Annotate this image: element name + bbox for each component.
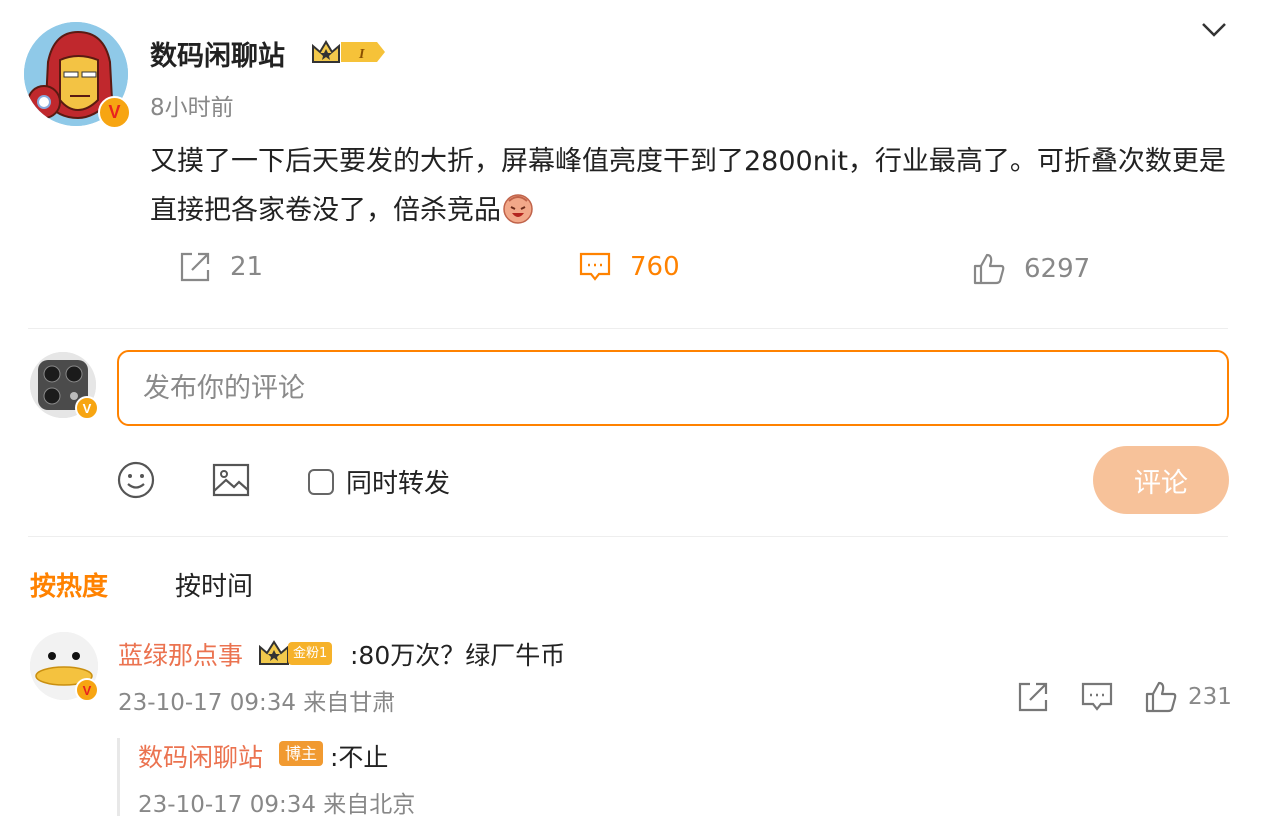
tab-sort-time[interactable]: 按时间 bbox=[175, 566, 253, 603]
post-text-content: 又摸了一下后天要发的大折，屏幕峰值亮度干到了2800nit，行业最高了。可折叠次… bbox=[150, 146, 1226, 226]
author-tag: 博主 bbox=[279, 741, 324, 766]
crown-icon bbox=[259, 640, 289, 665]
emoji-icon[interactable] bbox=[116, 460, 156, 500]
post-time: 8小时前 bbox=[150, 95, 234, 121]
tab-sort-hot[interactable]: 按热度 bbox=[30, 566, 108, 603]
comment-count: 760 bbox=[630, 252, 680, 282]
verified-badge: V bbox=[98, 96, 131, 129]
post-author-name[interactable]: 数码闲聊站 bbox=[150, 34, 285, 73]
like-icon bbox=[973, 253, 1005, 285]
repost-count: 21 bbox=[230, 252, 264, 282]
chevron-down-icon[interactable] bbox=[1200, 18, 1228, 42]
repost-icon bbox=[1018, 682, 1048, 712]
like-icon bbox=[1145, 681, 1177, 713]
comment-icon bbox=[1081, 682, 1113, 711]
comment-icon bbox=[579, 252, 611, 281]
fan-badge: 金粉1 bbox=[258, 638, 333, 668]
comment-text: :80万次？绿厂牛币 bbox=[350, 641, 566, 670]
like-count: 6297 bbox=[1024, 254, 1091, 284]
repost-button[interactable]: 21 bbox=[178, 250, 263, 284]
fan-badge-label: 金粉1 bbox=[288, 641, 333, 665]
comment-verified-badge: V bbox=[75, 678, 99, 702]
divider bbox=[28, 328, 1228, 329]
also-repost-label: 同时转发 bbox=[346, 469, 451, 499]
comment-meta: 23-10-17 09:34 来自甘肃 bbox=[118, 690, 396, 716]
submit-comment-button[interactable]: 评论 bbox=[1093, 446, 1229, 514]
comment-like-button[interactable] bbox=[1144, 680, 1178, 718]
reply-meta: 23-10-17 09:34 来自北京 bbox=[138, 792, 416, 818]
reply-username[interactable]: 数码闲聊站 bbox=[138, 738, 263, 774]
reply-text: :不止 bbox=[330, 743, 389, 772]
comment-repost-button[interactable] bbox=[1016, 680, 1050, 718]
level-badge-text: I bbox=[358, 47, 365, 62]
comment-button[interactable]: 760 bbox=[578, 250, 680, 284]
comment-reply-button[interactable] bbox=[1080, 680, 1114, 718]
laugh-emoji-icon bbox=[501, 191, 535, 225]
verified-badge-small: V bbox=[75, 396, 99, 420]
reply-indent-bar bbox=[117, 738, 120, 816]
divider bbox=[28, 536, 1228, 537]
level-badge: I bbox=[311, 38, 387, 70]
comment-input[interactable] bbox=[117, 350, 1229, 426]
also-repost-toggle[interactable]: 同时转发 bbox=[308, 463, 450, 500]
like-button[interactable]: 6297 bbox=[972, 252, 1090, 286]
post-text: 又摸了一下后天要发的大折，屏幕峰值亮度干到了2800nit，行业最高了。可折叠次… bbox=[150, 137, 1230, 235]
checkbox-icon[interactable] bbox=[308, 468, 334, 495]
comment-username[interactable]: 蓝绿那点事 bbox=[118, 636, 243, 672]
comment-like-count: 231 bbox=[1188, 684, 1232, 710]
repost-icon bbox=[180, 252, 210, 282]
crown-icon: I bbox=[312, 40, 385, 63]
image-icon[interactable] bbox=[211, 460, 251, 500]
